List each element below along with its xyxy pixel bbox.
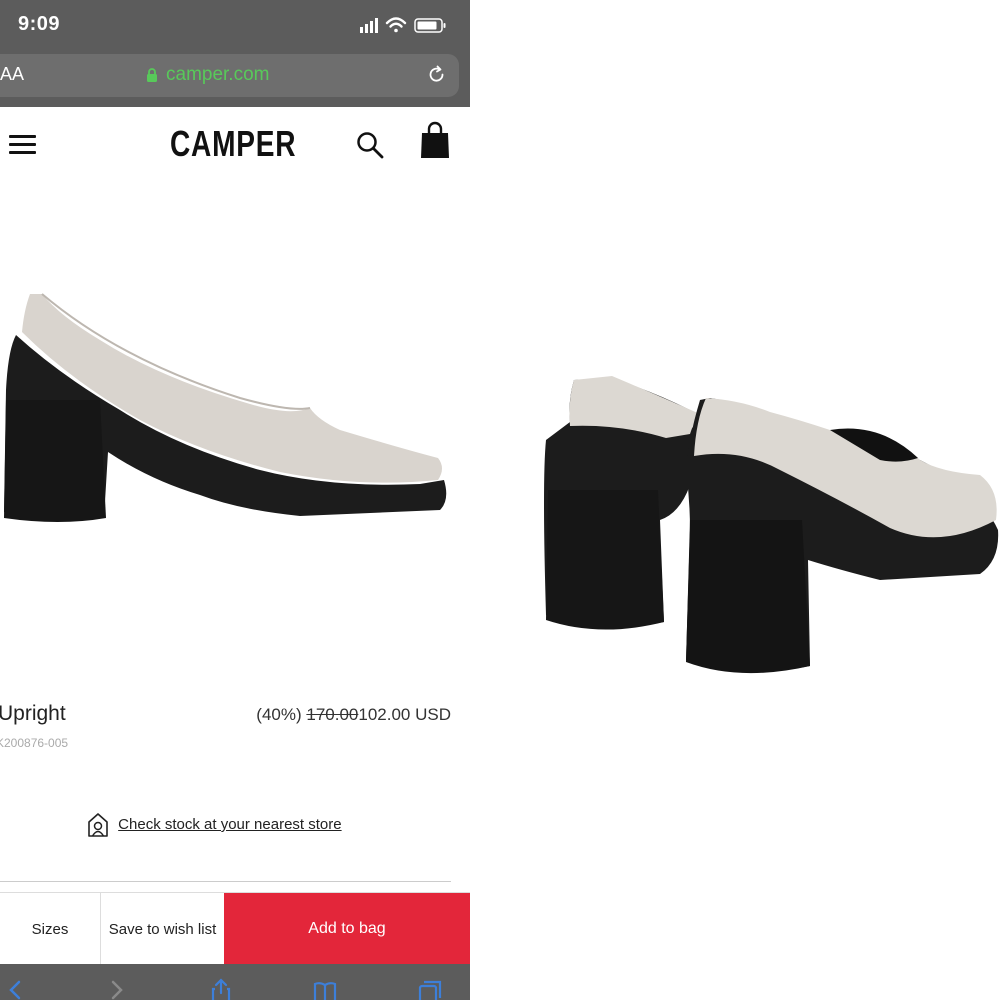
- product-price: (40%) 170.00102.00 USD: [256, 705, 451, 725]
- store-icon: [88, 813, 108, 837]
- menu-icon[interactable]: [9, 135, 36, 155]
- bag-icon[interactable]: [420, 121, 450, 159]
- status-bar: 9:09: [0, 0, 470, 52]
- bookmarks-icon[interactable]: [313, 978, 337, 1000]
- reload-icon[interactable]: [427, 65, 447, 85]
- wifi-icon: [385, 17, 407, 33]
- site-header: CAMPER: [0, 107, 470, 182]
- front-shoe-heel: [686, 520, 810, 674]
- rear-shoe-heel: [546, 490, 664, 630]
- lock-icon: [147, 68, 157, 82]
- product-image-back: [544, 376, 999, 674]
- check-stock-row[interactable]: Check stock at your nearest store: [86, 812, 342, 838]
- signal-icon: [360, 18, 378, 33]
- search-icon[interactable]: [356, 131, 384, 159]
- save-to-wishlist-button[interactable]: Save to wish list: [101, 893, 224, 965]
- new-price: 102.00 USD: [358, 705, 451, 724]
- action-bar: Sizes Save to wish list Add to bag: [0, 892, 470, 965]
- url-text[interactable]: camper.com: [166, 64, 269, 86]
- status-time: 9:09: [18, 13, 61, 35]
- divider: [0, 881, 451, 882]
- browser-bar: AA camper.com: [0, 52, 470, 107]
- status-icons: [360, 17, 446, 33]
- product-title: Upright: [0, 702, 66, 725]
- old-price: 170.00: [306, 705, 359, 724]
- product-image-side[interactable]: [0, 280, 460, 530]
- url-field[interactable]: AA camper.com: [0, 54, 459, 97]
- shoe-heel: [4, 400, 106, 522]
- check-stock-link[interactable]: Check stock at your nearest store: [118, 816, 341, 833]
- sizes-button[interactable]: Sizes: [0, 893, 101, 965]
- share-icon[interactable]: [209, 978, 233, 1000]
- battery-icon: [414, 18, 446, 33]
- phone-screen: 9:09 AA camper.com CAMPER Upright K20087…: [0, 0, 470, 1000]
- forward-icon[interactable]: [104, 978, 128, 1000]
- text-size-button[interactable]: AA: [0, 64, 24, 85]
- back-icon[interactable]: [4, 978, 28, 1000]
- browser-toolbar: [0, 964, 470, 1000]
- product-sku: K200876-005: [0, 736, 69, 750]
- add-to-bag-button[interactable]: Add to bag: [224, 893, 470, 965]
- tabs-icon[interactable]: [418, 978, 442, 1000]
- camper-logo[interactable]: CAMPER: [170, 123, 296, 165]
- discount-percent: (40%): [256, 705, 302, 724]
